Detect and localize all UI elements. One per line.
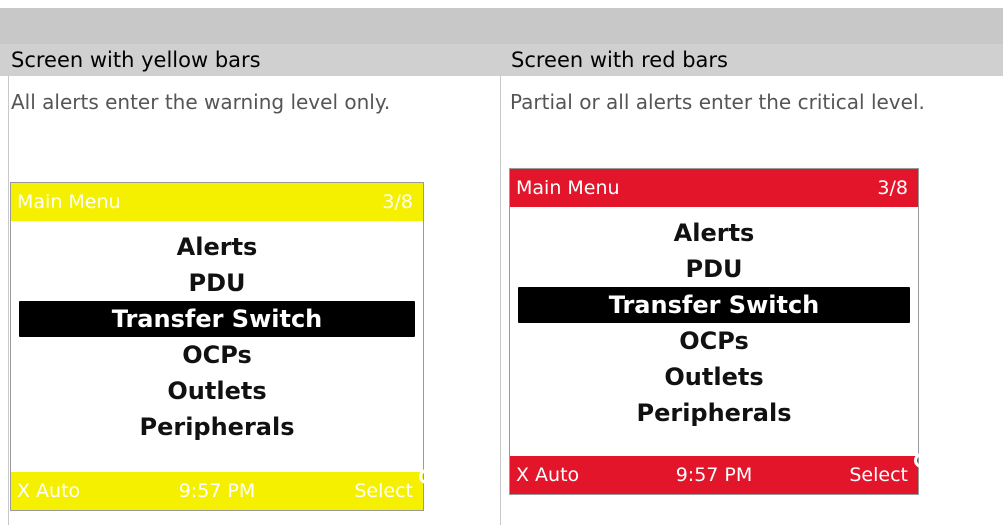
menu-item-outlets[interactable]: Outlets [11, 373, 423, 409]
menu-item-peripherals[interactable]: Peripherals [11, 409, 423, 445]
column-divider [500, 76, 501, 525]
menu-item-pdu[interactable]: PDU [510, 251, 918, 287]
description-critical: Partial or all alerts enter the critical… [510, 90, 925, 114]
clock: 9:57 PM [178, 480, 256, 502]
menu-item-ocps[interactable]: OCPs [510, 323, 918, 359]
menu-item-alerts[interactable]: Alerts [11, 229, 423, 265]
select-label: Select [354, 480, 413, 502]
menu-list: Alerts PDU Transfer Switch OCPs Outlets … [510, 215, 918, 431]
menu-item-outlets[interactable]: Outlets [510, 359, 918, 395]
select-circle-icon [419, 469, 434, 484]
select-button[interactable]: Select [354, 469, 434, 510]
header-yellow-bars: Screen with yellow bars [11, 48, 261, 72]
page-indicator: 3/8 [877, 177, 908, 199]
auto-button[interactable]: X Auto [516, 456, 579, 494]
page-indicator: 3/8 [382, 191, 413, 213]
auto-button[interactable]: X Auto [17, 472, 80, 510]
menu-item-pdu[interactable]: PDU [11, 265, 423, 301]
clock: 9:57 PM [675, 464, 753, 486]
top-bar-yellow: Main Menu 3/8 [11, 183, 423, 221]
table-header-row: Screen with yellow bars Screen with red … [0, 44, 1003, 76]
menu-item-transfer-switch[interactable]: Transfer Switch [518, 287, 910, 323]
menu-list: Alerts PDU Transfer Switch OCPs Outlets … [11, 229, 423, 445]
select-label: Select [849, 464, 908, 486]
menu-item-ocps[interactable]: OCPs [11, 337, 423, 373]
header-red-bars: Screen with red bars [511, 48, 728, 72]
lcd-screen-red: Main Menu 3/8 Alerts PDU Transfer Switch… [509, 168, 929, 495]
menu-item-transfer-switch[interactable]: Transfer Switch [19, 301, 415, 337]
table-top-band [0, 8, 1003, 44]
select-button[interactable]: Select [849, 453, 929, 494]
select-circle-icon [914, 453, 929, 468]
description-warning: All alerts enter the warning level only. [11, 90, 391, 114]
menu-item-alerts[interactable]: Alerts [510, 215, 918, 251]
bottom-bar-red: X Auto 9:57 PM Select [510, 453, 929, 494]
table-left-border [8, 76, 9, 525]
bottom-bar-yellow: X Auto 9:57 PM Select [11, 469, 434, 510]
menu-title: Main Menu [516, 177, 620, 199]
menu-item-peripherals[interactable]: Peripherals [510, 395, 918, 431]
top-bar-red: Main Menu 3/8 [510, 169, 918, 207]
lcd-screen-yellow: Main Menu 3/8 Alerts PDU Transfer Switch… [10, 182, 434, 511]
menu-title: Main Menu [17, 191, 121, 213]
